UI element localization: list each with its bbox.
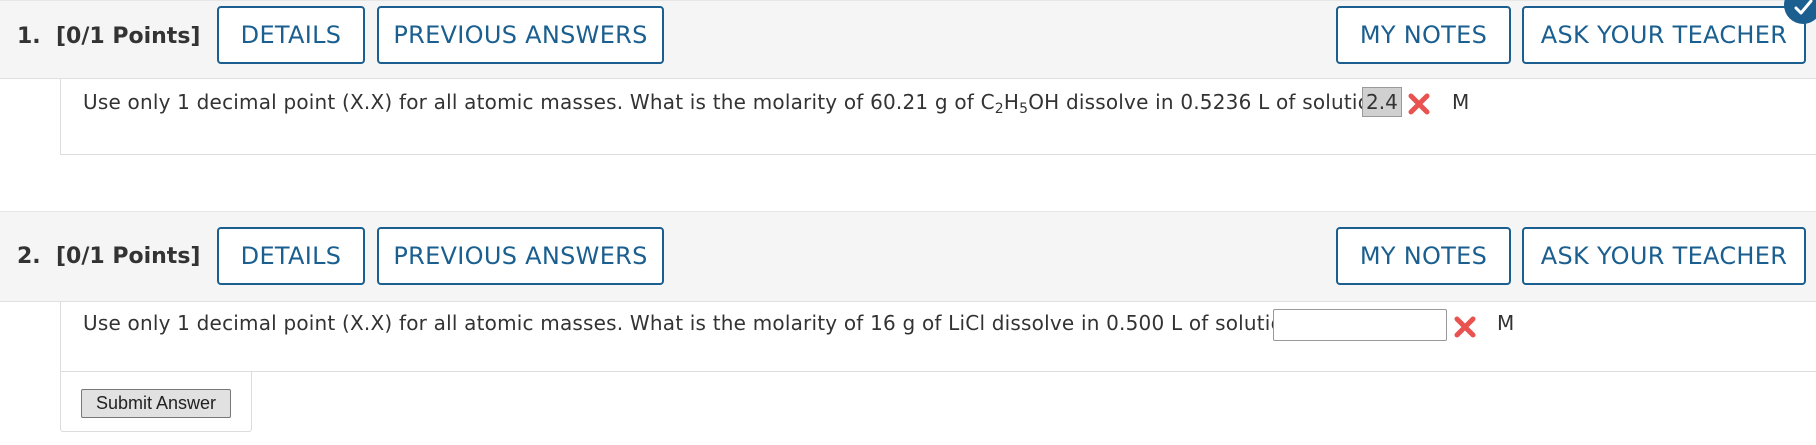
- answer-field[interactable]: [1273, 309, 1447, 341]
- question-1-title: 1. [0/1 Points]: [17, 24, 201, 49]
- answer-field[interactable]: 2.4: [1362, 87, 1402, 117]
- previous-answers-button[interactable]: PREVIOUS ANSWERS: [377, 6, 664, 64]
- submit-answer-button[interactable]: Submit Answer: [81, 389, 231, 418]
- unit-label: M: [1497, 311, 1515, 335]
- my-notes-button[interactable]: MY NOTES: [1336, 6, 1511, 64]
- details-button[interactable]: DETAILS: [217, 227, 365, 285]
- question-1-header: 1. [0/1 Points] DETAILS PREVIOUS ANSWERS…: [0, 0, 1816, 79]
- unit-label: M: [1452, 90, 1470, 114]
- previous-answers-button[interactable]: PREVIOUS ANSWERS: [377, 227, 664, 285]
- x-mark-icon: [1407, 92, 1431, 116]
- question-1-text: Use only 1 decimal point (X.X) for all a…: [83, 90, 1394, 117]
- question-2-title: 2. [0/1 Points]: [17, 244, 201, 269]
- ask-your-teacher-button[interactable]: ASK YOUR TEACHER: [1522, 227, 1806, 285]
- question-2-header: 2. [0/1 Points] DETAILS PREVIOUS ANSWERS…: [0, 211, 1816, 302]
- details-button[interactable]: DETAILS: [217, 6, 365, 64]
- x-mark-icon: [1453, 315, 1477, 339]
- check-icon: [1784, 0, 1816, 24]
- question-2-text: Use only 1 decimal point (X.X) for all a…: [83, 311, 1307, 335]
- my-notes-button[interactable]: MY NOTES: [1336, 227, 1511, 285]
- ask-your-teacher-button[interactable]: ASK YOUR TEACHER: [1522, 6, 1806, 64]
